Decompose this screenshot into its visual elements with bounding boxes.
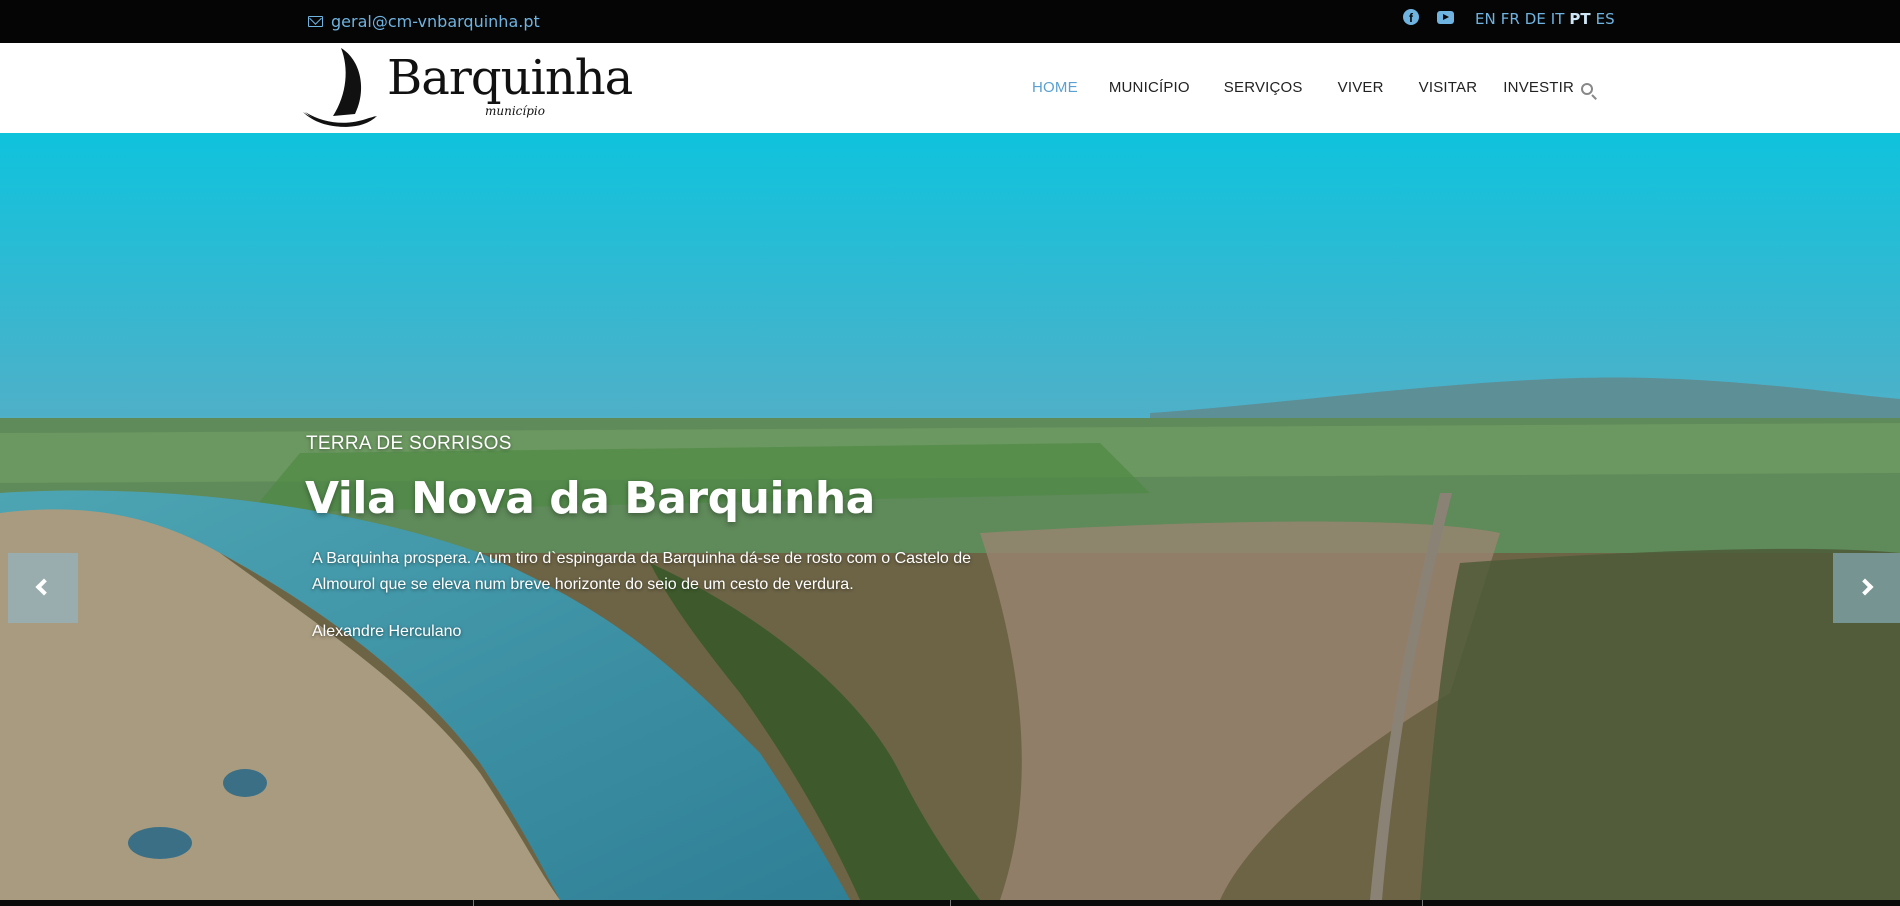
- slider-thumbnail-bar: [0, 900, 1900, 906]
- youtube-icon[interactable]: [1437, 10, 1454, 24]
- site-logo[interactable]: Barquinha município: [303, 46, 633, 131]
- hero-title: Vila Nova da Barquinha: [305, 473, 875, 524]
- email-text[interactable]: geral@cm-vnbarquinha.pt: [331, 12, 540, 31]
- lang-de[interactable]: DE: [1525, 10, 1546, 28]
- hero-subtitle: TERRA DE SORRISOS: [306, 433, 512, 454]
- main-nav: HOME MUNICÍPIO SERVIÇOS VIVER VISITAR IN…: [1032, 79, 1606, 96]
- lang-fr[interactable]: FR: [1501, 10, 1520, 28]
- nav-home[interactable]: HOME: [1032, 79, 1078, 96]
- hero-landscape-image: [0, 133, 1900, 900]
- chevron-left-icon: [35, 578, 53, 596]
- lang-es[interactable]: ES: [1596, 10, 1615, 28]
- social-links: f: [1403, 9, 1454, 25]
- nav-municipio[interactable]: MUNICÍPIO: [1109, 79, 1190, 96]
- lang-en[interactable]: EN: [1475, 10, 1496, 28]
- site-header: Barquinha município HOME MUNICÍPIO SERVI…: [0, 43, 1900, 133]
- slider-prev-button[interactable]: [8, 553, 78, 623]
- facebook-icon[interactable]: f: [1403, 9, 1419, 25]
- email-link[interactable]: geral@cm-vnbarquinha.pt: [308, 10, 540, 32]
- envelope-icon: [308, 15, 323, 27]
- language-switcher: EN FR DE IT PT ES: [1475, 10, 1615, 28]
- thumbnail-divider: [1422, 900, 1423, 906]
- lang-it[interactable]: IT: [1551, 10, 1565, 28]
- logo-subtitle: município: [485, 104, 545, 118]
- nav-viver[interactable]: VIVER: [1338, 79, 1384, 96]
- nav-servicos[interactable]: SERVIÇOS: [1224, 79, 1303, 96]
- hero-quote: A Barquinha prospera. A um tiro d`esping…: [312, 550, 972, 593]
- top-bar: geral@cm-vnbarquinha.pt f EN FR DE IT PT…: [0, 0, 1900, 43]
- nav-investir[interactable]: INVESTIR: [1503, 79, 1574, 96]
- boat-logo-icon: [303, 48, 377, 127]
- hero-slider: TERRA DE SORRISOS Vila Nova da Barquinha…: [0, 133, 1900, 900]
- logo-wordmark: Barquinha: [387, 50, 633, 106]
- hero-author: Alexandre Herculano: [312, 623, 462, 640]
- thumbnail-divider: [473, 900, 474, 906]
- nav-visitar[interactable]: VISITAR: [1419, 79, 1478, 96]
- chevron-right-icon: [1856, 578, 1874, 596]
- slider-next-button[interactable]: [1833, 553, 1900, 623]
- thumbnail-divider: [950, 900, 951, 906]
- lang-pt[interactable]: PT: [1569, 10, 1590, 28]
- search-icon[interactable]: [1581, 83, 1593, 95]
